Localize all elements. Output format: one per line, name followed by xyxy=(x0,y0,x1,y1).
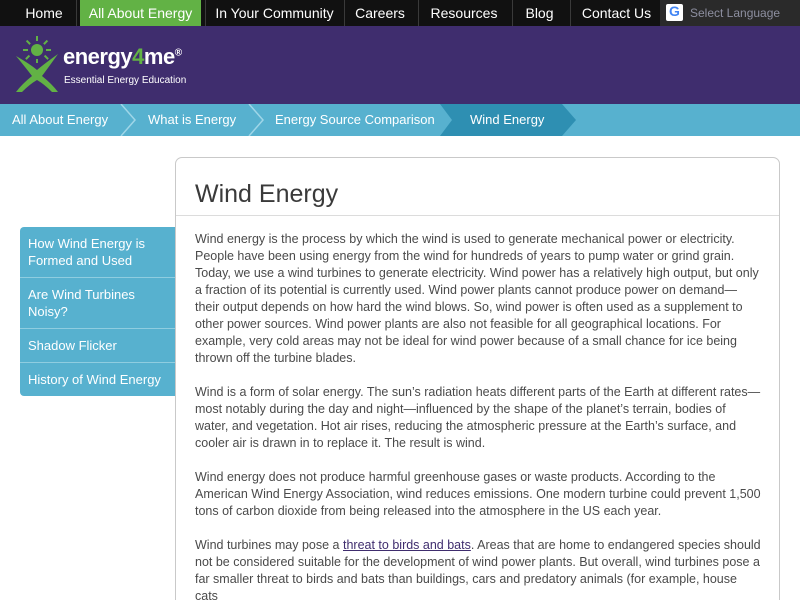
title-divider xyxy=(176,215,779,216)
section-sidebar: How Wind Energy is Formed and Used Are W… xyxy=(20,227,176,396)
nav-divider xyxy=(205,0,206,26)
threat-to-birds-link[interactable]: threat to birds and bats xyxy=(343,538,471,552)
nav-divider xyxy=(344,0,345,26)
top-nav: Home All About Energy In Your Community … xyxy=(0,0,800,28)
content-panel: Wind Energy Wind energy is the process b… xyxy=(175,157,780,600)
nav-in-your-community[interactable]: In Your Community xyxy=(209,0,340,26)
site-header: energy4me® Essential Energy Education xyxy=(0,26,800,104)
logo-word-four: 4 xyxy=(132,44,144,69)
nav-divider xyxy=(418,0,419,26)
article-body: Wind energy is the process by which the … xyxy=(195,231,761,600)
nav-careers[interactable]: Careers xyxy=(348,0,412,26)
logo-tagline: Essential Energy Education xyxy=(64,75,187,86)
breadcrumb: All About Energy What is Energy Energy S… xyxy=(0,104,800,136)
nav-home[interactable]: Home xyxy=(13,0,75,26)
breadcrumb-item-energy-source-comparison[interactable]: Energy Source Comparison xyxy=(275,104,435,136)
nav-divider xyxy=(570,0,571,26)
breadcrumb-item-all-about-energy[interactable]: All About Energy xyxy=(12,104,108,136)
nav-resources[interactable]: Resources xyxy=(422,0,506,26)
sidebar-item-history-of-wind-energy[interactable]: History of Wind Energy xyxy=(20,363,176,396)
breadcrumb-item-what-is-energy[interactable]: What is Energy xyxy=(148,104,236,136)
logo-word-end: me xyxy=(143,44,175,69)
paragraph: Wind is a form of solar energy. The sun’… xyxy=(195,385,761,450)
registered-mark: ® xyxy=(174,47,182,59)
nav-contact-us[interactable]: Contact Us xyxy=(574,0,659,26)
logo-wordmark[interactable]: energy4me® xyxy=(63,44,182,70)
google-g-icon: G xyxy=(666,3,683,21)
nav-blog[interactable]: Blog xyxy=(516,0,563,26)
energy4me-logo-icon[interactable] xyxy=(12,34,62,94)
sidebar-item-shadow-flicker[interactable]: Shadow Flicker xyxy=(20,329,176,363)
paragraph: Wind energy is the process by which the … xyxy=(195,232,759,365)
chevron-right-icon xyxy=(120,104,136,136)
sidebar-item-are-wind-turbines-noisy[interactable]: Are Wind Turbines Noisy? xyxy=(20,278,176,329)
chevron-right-icon xyxy=(248,104,264,136)
logo-word-start: energy xyxy=(63,44,133,69)
paragraph-text: Wind turbines may pose a xyxy=(195,538,343,552)
nav-divider xyxy=(76,0,77,26)
paragraph: Wind energy does not produce harmful gre… xyxy=(195,470,761,518)
language-selector-label: Select Language xyxy=(690,6,781,20)
paragraph: Wind turbines may pose a threat to birds… xyxy=(195,537,761,600)
nav-all-about-energy[interactable]: All About Energy xyxy=(80,0,201,28)
page-title: Wind Energy xyxy=(195,180,339,208)
language-selector[interactable]: G Select Language xyxy=(660,0,800,26)
sidebar-item-how-wind-energy-is-formed[interactable]: How Wind Energy is Formed and Used xyxy=(20,227,176,278)
nav-divider xyxy=(512,0,513,26)
breadcrumb-item-wind-energy: Wind Energy xyxy=(470,112,545,127)
